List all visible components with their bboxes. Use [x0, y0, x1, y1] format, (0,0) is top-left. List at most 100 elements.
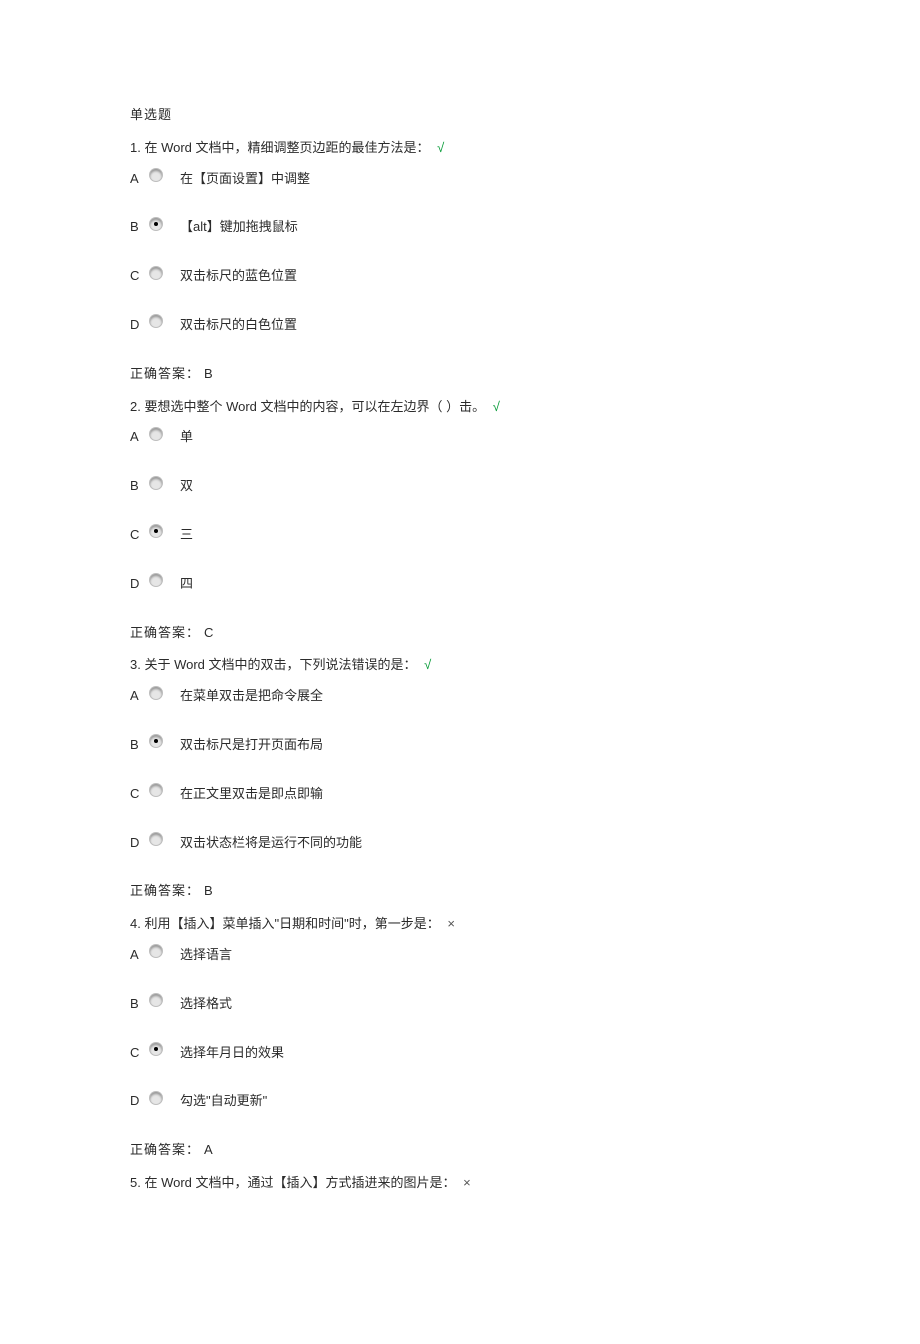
option-radio[interactable]: [150, 687, 162, 699]
option-radio[interactable]: [150, 945, 162, 957]
option-text: 【alt】键加拖拽鼠标: [180, 217, 790, 238]
question: 1. 在 Word 文档中，精细调整页边距的最佳方法是： √ A 在【页面设置】中调…: [130, 138, 790, 385]
option-letter: B: [130, 735, 144, 756]
option-radio[interactable]: [150, 994, 162, 1006]
question-number: 2: [130, 399, 137, 414]
option-row: C 双击标尺的蓝色位置: [130, 266, 790, 287]
option-letter: C: [130, 1043, 144, 1064]
answer-label: 正确答案：: [130, 625, 200, 640]
check-icon: √: [437, 140, 444, 155]
option-text: 双击标尺的白色位置: [180, 315, 790, 336]
option-letter: B: [130, 476, 144, 497]
option-letter: C: [130, 266, 144, 287]
question-text: 关于 Word 文档中的双击，下列说法错误的是：: [144, 657, 416, 672]
question-text: 要想选中整个 Word 文档中的内容，可以在左边界（ ）击。: [144, 399, 485, 414]
option-row: B 【alt】键加拖拽鼠标: [130, 217, 790, 238]
cross-icon: ×: [447, 916, 455, 931]
option-radio[interactable]: [150, 525, 162, 537]
option-row: B 选择格式: [130, 994, 790, 1015]
option-letter: A: [130, 686, 144, 707]
option-row: C三: [130, 525, 790, 546]
option-row: D 勾选"自动更新": [130, 1091, 790, 1112]
option-text: 双击标尺的蓝色位置: [180, 266, 790, 287]
check-icon: √: [493, 399, 500, 414]
option-row: D四: [130, 574, 790, 595]
option-letter: B: [130, 994, 144, 1015]
option-text: 在正文里双击是即点即输: [180, 784, 790, 805]
option-text: 选择语言: [180, 945, 790, 966]
answer-label: 正确答案：: [130, 366, 200, 381]
option-radio[interactable]: [150, 218, 162, 230]
correct-answer-line: 正确答案： C: [130, 623, 790, 644]
question-number: 1: [130, 140, 137, 155]
section-title: 单选题: [130, 105, 790, 126]
question: 5. 在 Word 文档中，通过【插入】方式插进来的图片是： ×: [130, 1173, 790, 1194]
option-row: A单: [130, 427, 790, 448]
option-text: 在【页面设置】中调整: [180, 169, 790, 190]
option-letter: A: [130, 945, 144, 966]
option-text: 在菜单双击是把命令展全: [180, 686, 790, 707]
option-radio[interactable]: [150, 477, 162, 489]
question: 3. 关于 Word 文档中的双击，下列说法错误的是： √ A 在菜单双击是把命令展…: [130, 655, 790, 902]
option-radio[interactable]: [150, 574, 162, 586]
option-radio[interactable]: [150, 784, 162, 796]
question-text: 利用【插入】菜单插入"日期和时间"时，第一步是：: [144, 916, 439, 931]
answer-value: A: [204, 1142, 214, 1157]
answer-value: B: [204, 883, 214, 898]
option-radio[interactable]: [150, 1043, 162, 1055]
answer-label: 正确答案：: [130, 1142, 200, 1157]
option-row: A 在【页面设置】中调整: [130, 169, 790, 190]
question-stem: 1. 在 Word 文档中，精细调整页边距的最佳方法是： √: [130, 138, 790, 159]
option-text: 双: [180, 476, 790, 497]
answer-value: C: [204, 625, 214, 640]
question-number: 4: [130, 916, 137, 931]
option-row: A 选择语言: [130, 945, 790, 966]
option-row: B 双击标尺是打开页面布局: [130, 735, 790, 756]
option-radio[interactable]: [150, 267, 162, 279]
option-text: 三: [180, 525, 790, 546]
option-radio[interactable]: [150, 735, 162, 747]
option-row: D 双击状态栏将是运行不同的功能: [130, 833, 790, 854]
option-letter: A: [130, 169, 144, 190]
option-text: 单: [180, 427, 790, 448]
correct-answer-line: 正确答案： B: [130, 364, 790, 385]
correct-answer-line: 正确答案： B: [130, 881, 790, 902]
check-icon: √: [424, 657, 431, 672]
answer-value: B: [204, 366, 214, 381]
question: 2. 要想选中整个 Word 文档中的内容，可以在左边界（ ）击。 √A单B双C…: [130, 397, 790, 644]
option-text: 双击状态栏将是运行不同的功能: [180, 833, 790, 854]
answer-label: 正确答案：: [130, 883, 200, 898]
option-row: C 在正文里双击是即点即输: [130, 784, 790, 805]
option-letter: C: [130, 784, 144, 805]
option-text: 勾选"自动更新": [180, 1091, 790, 1112]
option-letter: A: [130, 427, 144, 448]
option-row: C 选择年月日的效果: [130, 1043, 790, 1064]
option-text: 四: [180, 574, 790, 595]
question-number: 5: [130, 1175, 137, 1190]
option-row: A 在菜单双击是把命令展全: [130, 686, 790, 707]
option-radio[interactable]: [150, 315, 162, 327]
question-text: 在 Word 文档中，精细调整页边距的最佳方法是：: [144, 140, 429, 155]
correct-answer-line: 正确答案： A: [130, 1140, 790, 1161]
option-text: 选择格式: [180, 994, 790, 1015]
option-letter: D: [130, 1091, 144, 1112]
option-radio[interactable]: [150, 428, 162, 440]
option-radio[interactable]: [150, 1092, 162, 1104]
option-radio[interactable]: [150, 169, 162, 181]
option-letter: C: [130, 525, 144, 546]
option-letter: D: [130, 315, 144, 336]
option-letter: D: [130, 833, 144, 854]
question-stem: 2. 要想选中整个 Word 文档中的内容，可以在左边界（ ）击。 √: [130, 397, 790, 418]
question-stem: 4. 利用【插入】菜单插入"日期和时间"时，第一步是： ×: [130, 914, 790, 935]
option-row: D 双击标尺的白色位置: [130, 315, 790, 336]
option-letter: D: [130, 574, 144, 595]
question-stem: 5. 在 Word 文档中，通过【插入】方式插进来的图片是： ×: [130, 1173, 790, 1194]
option-row: B双: [130, 476, 790, 497]
option-text: 双击标尺是打开页面布局: [180, 735, 790, 756]
option-text: 选择年月日的效果: [180, 1043, 790, 1064]
cross-icon: ×: [463, 1175, 471, 1190]
option-letter: B: [130, 217, 144, 238]
question-number: 3: [130, 657, 137, 672]
option-radio[interactable]: [150, 833, 162, 845]
question-stem: 3. 关于 Word 文档中的双击，下列说法错误的是： √: [130, 655, 790, 676]
